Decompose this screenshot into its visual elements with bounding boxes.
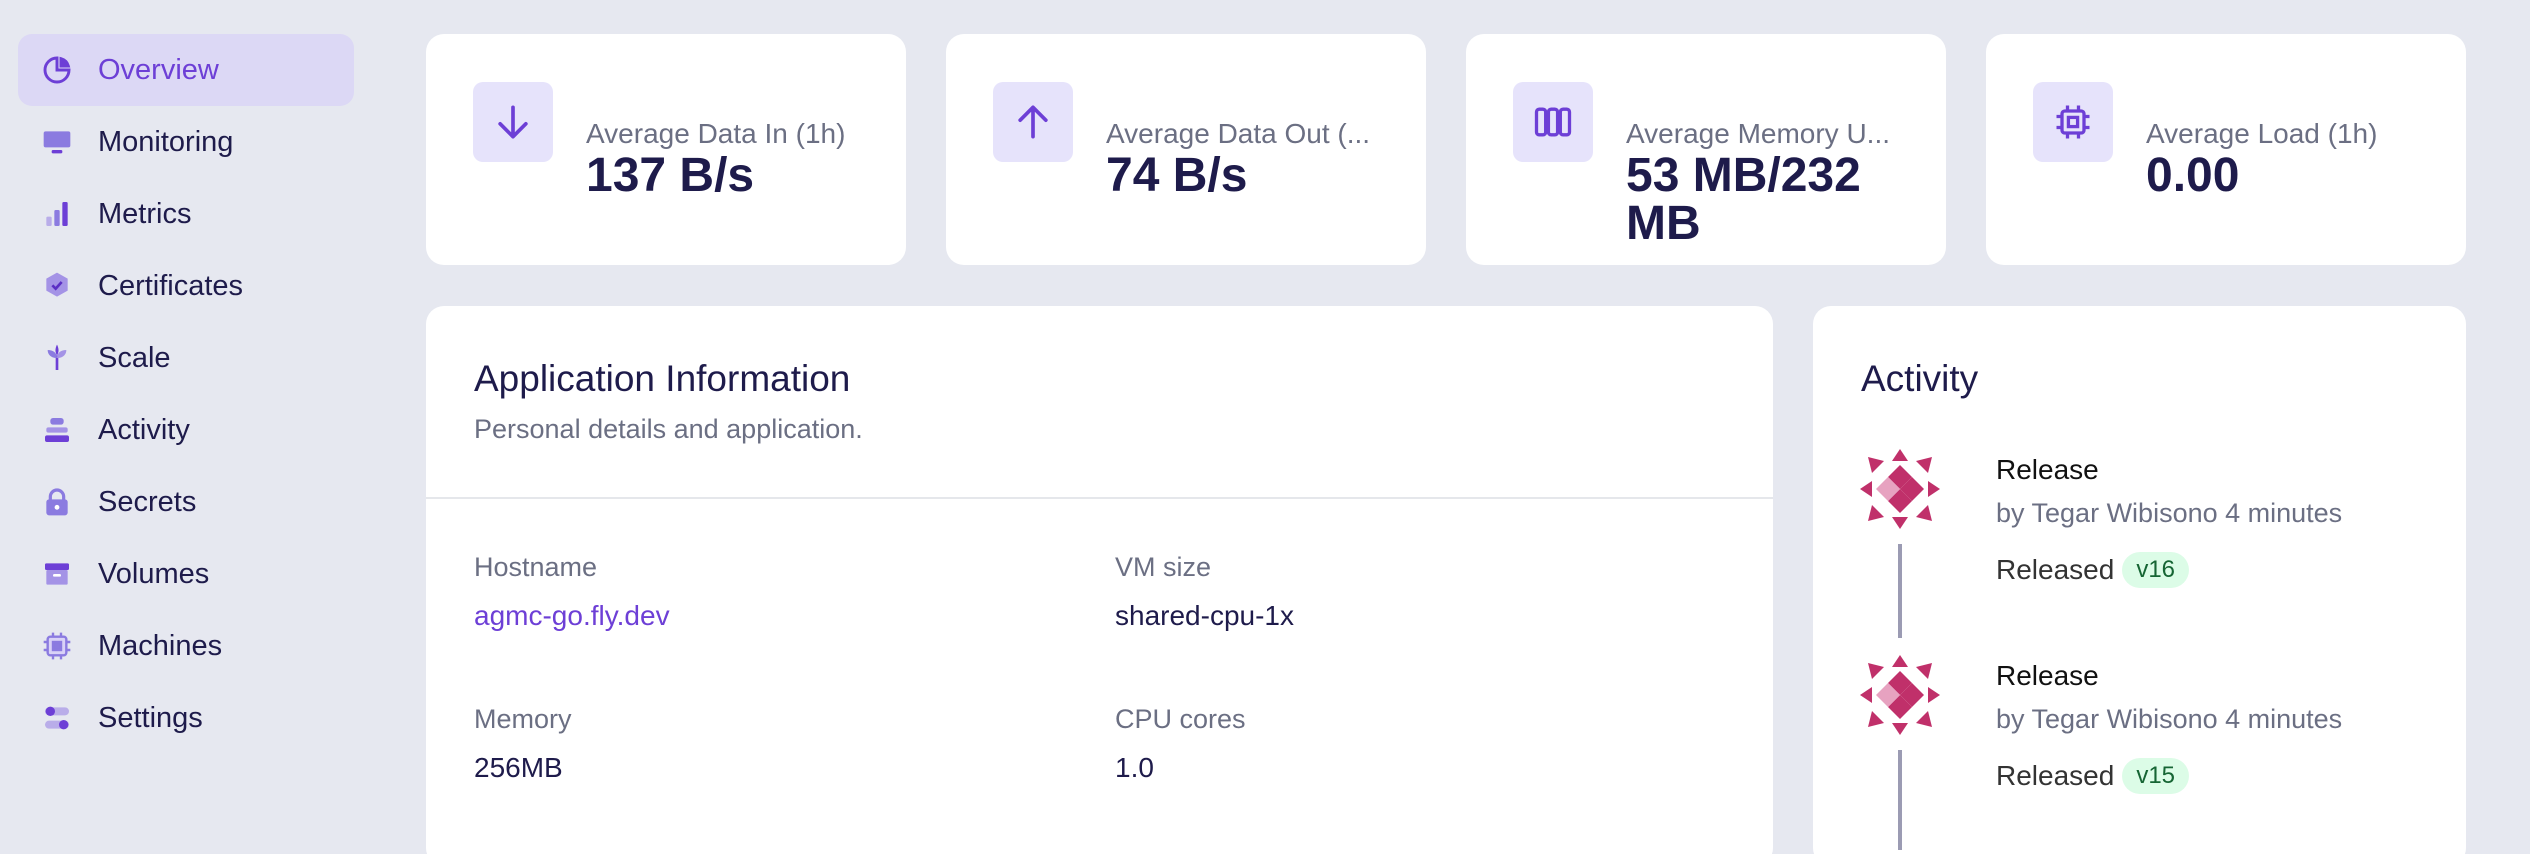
sidebar-item-label: Monitoring bbox=[98, 125, 234, 158]
sidebar-item-label: Metrics bbox=[98, 197, 192, 230]
stat-label: Average Data Out (... bbox=[1106, 118, 1371, 149]
lock-icon bbox=[40, 485, 74, 519]
application-info-card: Application Information Personal details… bbox=[426, 306, 1773, 854]
activity-author: by Tegar Wibisono 4 minutes bbox=[1996, 498, 2343, 528]
stat-value: 53 MB/232 MB bbox=[1626, 149, 1861, 250]
stat-card-data-in: Average Data In (1h) 137 B/s bbox=[426, 34, 906, 265]
stat-value: 137 B/s bbox=[586, 149, 755, 202]
sidebar-item-label: Secrets bbox=[98, 485, 197, 518]
version-badge: v16 bbox=[2122, 552, 2190, 588]
timeline-line bbox=[1898, 750, 1902, 850]
stat-value: 74 B/s bbox=[1106, 149, 1248, 202]
sidebar-item-label: Scale bbox=[98, 341, 171, 374]
version-badge: v15 bbox=[2122, 758, 2190, 794]
toggles-icon bbox=[40, 701, 74, 735]
activity-title: Activity bbox=[1861, 358, 1979, 399]
arrow-down-icon bbox=[473, 82, 553, 162]
activity-type: Release bbox=[1996, 454, 2099, 485]
application-info-title: Application Information bbox=[474, 358, 851, 399]
activity-status-text: Released bbox=[1996, 760, 2115, 791]
badge-check-icon bbox=[40, 269, 74, 303]
sidebar-item-label: Volumes bbox=[98, 557, 210, 590]
activity-status: Released v16 bbox=[1996, 552, 2190, 588]
arrow-up-icon bbox=[993, 82, 1073, 162]
activity-status-text: Released bbox=[1996, 554, 2115, 585]
sidebar-item-activity[interactable]: Activity bbox=[18, 394, 354, 466]
stat-label: Average Data In (1h) bbox=[586, 118, 846, 149]
vm-size-label: VM size bbox=[1115, 552, 1212, 582]
activity-author: by Tegar Wibisono 4 minutes bbox=[1996, 704, 2343, 734]
sidebar-item-volumes[interactable]: Volumes bbox=[18, 538, 354, 610]
sidebar-item-label: Machines bbox=[98, 629, 223, 662]
sidebar-item-overview[interactable]: Overview bbox=[18, 34, 354, 106]
memory-value: 256MB bbox=[474, 752, 563, 783]
sidebar-item-settings[interactable]: Settings bbox=[18, 682, 354, 754]
stat-card-load: Average Load (1h) 0.00 bbox=[1986, 34, 2466, 265]
timeline-line bbox=[1898, 544, 1902, 638]
bar-chart-icon bbox=[40, 197, 74, 231]
stat-card-data-out: Average Data Out (... 74 B/s bbox=[946, 34, 1426, 265]
stack-icon bbox=[40, 413, 74, 447]
sidebar-item-label: Activity bbox=[98, 413, 190, 446]
columns-icon bbox=[1513, 82, 1593, 162]
sidebar-item-certificates[interactable]: Certificates bbox=[18, 250, 354, 322]
avatar bbox=[1860, 655, 1940, 735]
chip-icon bbox=[40, 629, 74, 663]
cpu-icon bbox=[2033, 82, 2113, 162]
vm-size-value: shared-cpu-1x bbox=[1115, 600, 1294, 631]
activity-type: Release bbox=[1996, 660, 2099, 691]
activity-card: Activity Release by Tegar Wibisono 4 min… bbox=[1813, 306, 2466, 854]
sidebar-item-scale[interactable]: Scale bbox=[18, 322, 354, 394]
sidebar-item-secrets[interactable]: Secrets bbox=[18, 466, 354, 538]
sidebar-item-label: Overview bbox=[98, 53, 219, 86]
cpu-cores-label: CPU cores bbox=[1115, 704, 1246, 734]
sidebar-item-label: Settings bbox=[98, 701, 203, 734]
stat-card-memory: Average Memory U... 53 MB/232 MB bbox=[1466, 34, 1946, 265]
sidebar-item-machines[interactable]: Machines bbox=[18, 610, 354, 682]
application-info-subtitle: Personal details and application. bbox=[474, 414, 863, 444]
stat-label: Average Memory U... bbox=[1626, 118, 1891, 149]
monitor-icon bbox=[40, 125, 74, 159]
sprout-icon bbox=[40, 341, 74, 375]
divider bbox=[426, 497, 1773, 499]
hostname-link[interactable]: agmc-go.fly.dev bbox=[474, 600, 670, 632]
sidebar-item-metrics[interactable]: Metrics bbox=[18, 178, 354, 250]
sidebar: Overview Monitoring Metrics Certificates… bbox=[18, 34, 354, 754]
sidebar-item-monitoring[interactable]: Monitoring bbox=[18, 106, 354, 178]
cpu-cores-value: 1.0 bbox=[1115, 752, 1154, 783]
activity-status: Released v15 bbox=[1996, 758, 2190, 794]
hostname-label: Hostname bbox=[474, 552, 598, 582]
memory-label: Memory bbox=[474, 704, 572, 734]
stat-label: Average Load (1h) bbox=[2146, 118, 2378, 149]
avatar bbox=[1860, 449, 1940, 529]
overview-icon bbox=[40, 53, 74, 87]
archive-box-icon bbox=[40, 557, 74, 591]
stat-value: 0.00 bbox=[2146, 149, 2240, 202]
sidebar-item-label: Certificates bbox=[98, 269, 244, 302]
